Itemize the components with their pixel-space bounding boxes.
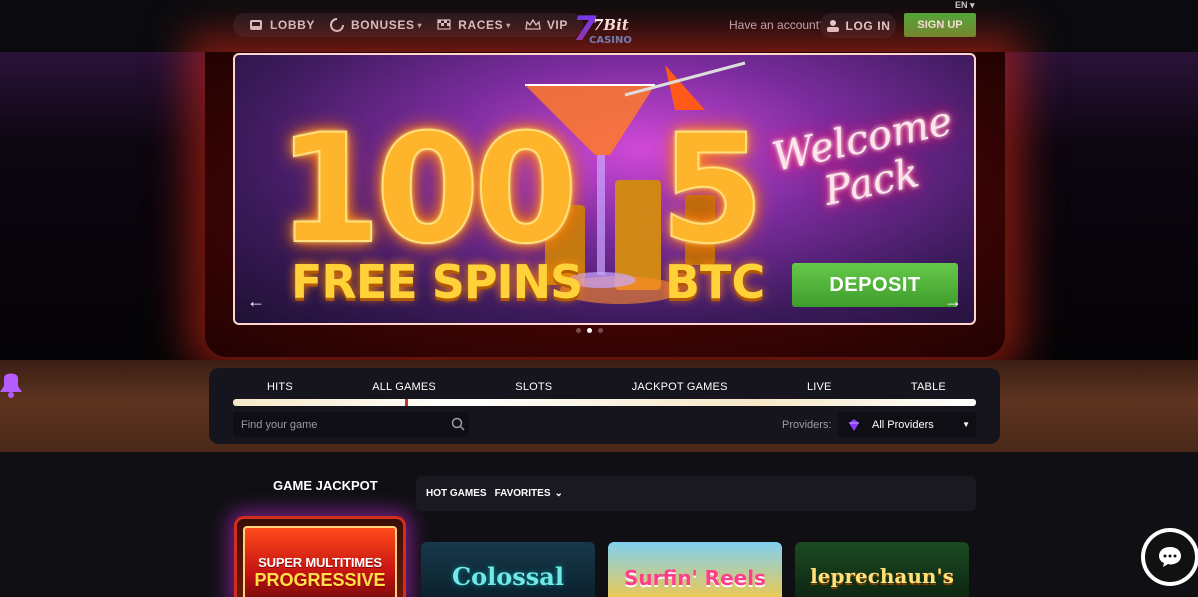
providers-dropdown[interactable]: All Providers ▼ — [838, 412, 976, 437]
language-label: EN — [955, 0, 968, 10]
casino-logo[interactable]: 7 7Bit CASINO — [567, 9, 641, 50]
nav-races-label: RACES — [458, 18, 504, 32]
chat-button[interactable] — [1141, 528, 1198, 586]
game-tile[interactable]: Surfin' Reels — [608, 542, 782, 597]
pagination-dot[interactable] — [598, 328, 603, 333]
gift-icon — [330, 18, 344, 32]
banner-number-spins: 100 — [276, 103, 579, 277]
game-jackpot-title: GAME JACKPOT — [273, 478, 378, 493]
banner-next-arrow-icon[interactable]: → — [944, 291, 962, 312]
slot-icon — [250, 20, 262, 30]
game-tile-title: Surfin' Reels — [624, 566, 766, 590]
jackpot-tile-artwork: SUPER MULTITIMES PROGRESSIVE — [243, 526, 397, 597]
tab-all-games[interactable]: ALL GAMES — [372, 381, 436, 393]
nav-races[interactable]: RACES ▾ — [429, 13, 518, 37]
login-label: LOG IN — [845, 18, 891, 33]
svg-text:CASINO: CASINO — [589, 35, 632, 46]
game-tile[interactable]: Colossal — [421, 542, 595, 597]
pagination-dot-active[interactable] — [587, 328, 592, 333]
banner-free-spins: FREE SPINS — [291, 255, 583, 309]
banner-number-btc: 5 — [659, 103, 765, 277]
game-tile-title: leprechaun's — [810, 564, 954, 588]
login-button[interactable]: LOG IN — [820, 13, 896, 38]
nav-bonuses[interactable]: BONUSES ▾ — [322, 13, 429, 37]
tab-hits[interactable]: HITS — [267, 381, 293, 393]
banner-prev-arrow-icon[interactable]: ← — [247, 291, 265, 312]
bell-icon[interactable] — [0, 366, 28, 400]
flag-icon — [437, 19, 451, 30]
game-category-tabs: HITS ALL GAMES SLOTS JACKPOT GAMES LIVE … — [237, 381, 976, 393]
crown-icon — [525, 18, 541, 30]
tab-slots[interactable]: SLOTS — [515, 381, 552, 393]
tab-active-marker — [405, 399, 408, 406]
game-subtabs: HOT GAMES FAVORITES ⌄ — [416, 476, 976, 511]
tab-favorites[interactable]: FAVORITES ⌄ — [495, 488, 563, 499]
jackpot-tile-line2: PROGRESSIVE — [254, 570, 386, 590]
nav-bonuses-label: BONUSES — [351, 18, 415, 32]
game-search — [233, 412, 469, 437]
language-selector[interactable]: EN ▾ — [955, 0, 975, 11]
gem-icon — [849, 418, 859, 431]
jackpot-game-tile[interactable]: SUPER MULTITIMES PROGRESSIVE — [234, 516, 406, 597]
deposit-button[interactable]: DEPOSIT — [792, 263, 958, 307]
tab-live[interactable]: LIVE — [807, 381, 832, 393]
top-bar: LOBBY BONUSES ▾ RACES ▾ VIP 7 7Bit CASIN… — [0, 0, 1198, 52]
search-input[interactable] — [233, 412, 443, 437]
banner-pagination — [576, 328, 603, 333]
jackpot-tile-line1: SUPER MULTITIMES — [258, 555, 382, 570]
tab-indicator-track — [233, 399, 976, 406]
have-account-text: Have an account? — [729, 18, 826, 32]
game-tile[interactable]: leprechaun's — [795, 542, 969, 597]
tab-hot-games[interactable]: HOT GAMES — [426, 488, 487, 499]
providers-label: Providers: — [782, 419, 832, 431]
chat-bubble-icon — [1145, 532, 1195, 582]
user-icon — [826, 19, 839, 32]
search-icon[interactable] — [451, 417, 465, 431]
chevron-down-icon: ▾ — [417, 20, 423, 30]
tab-favorites-label: FAVORITES — [494, 488, 551, 499]
pagination-dot[interactable] — [576, 328, 581, 333]
nav-vip-label: VIP — [546, 18, 568, 32]
nav-lobby[interactable]: LOBBY — [241, 13, 322, 37]
signup-button[interactable]: SIGN UP — [904, 13, 976, 37]
tab-table[interactable]: TABLE — [911, 381, 946, 393]
providers-value: All Providers — [872, 418, 934, 431]
tab-jackpot-games[interactable]: JACKPOT GAMES — [632, 381, 728, 393]
game-tile-title: Colossal — [452, 562, 564, 591]
svg-text:7Bit: 7Bit — [593, 16, 629, 34]
chevron-down-icon: ⌄ — [554, 488, 563, 499]
chevron-down-icon: ▾ — [506, 20, 511, 30]
nav-lobby-label: LOBBY — [270, 18, 315, 32]
main-nav: LOBBY BONUSES ▾ RACES ▾ VIP — [233, 13, 583, 37]
banner-btc: BTC — [665, 255, 766, 309]
chevron-down-icon: ▼ — [962, 420, 970, 429]
promo-banner[interactable]: 100 5 FREE SPINS BTC Welcome Pack DEPOSI… — [233, 53, 976, 325]
